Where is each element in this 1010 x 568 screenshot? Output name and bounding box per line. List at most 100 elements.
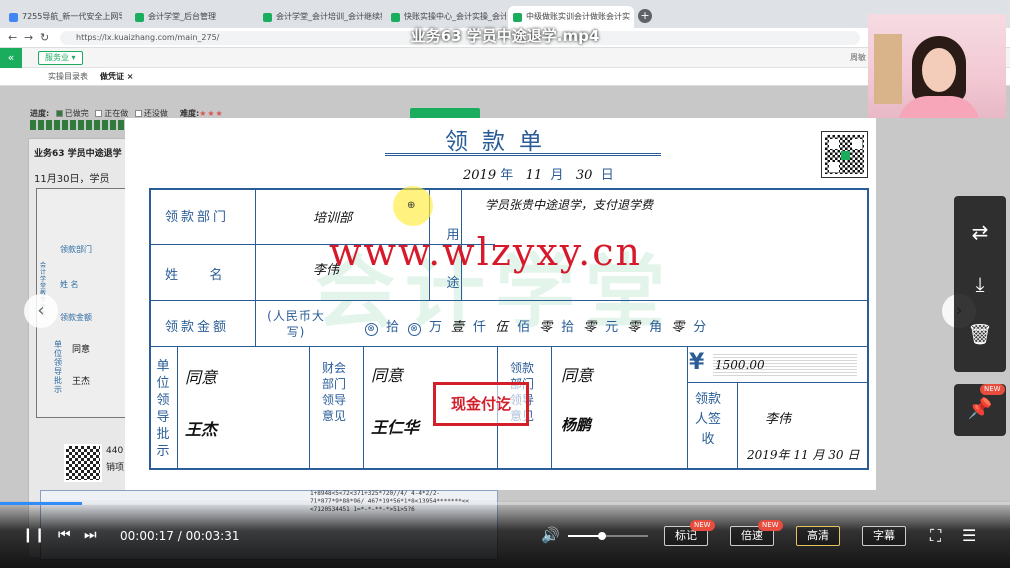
mini-agree: 同意	[72, 345, 91, 355]
download-icon[interactable]: ⤓	[954, 272, 1006, 296]
delete-icon[interactable]: 🗑	[954, 322, 1006, 346]
amount-void-mark: ⊗	[365, 323, 378, 336]
receiver-date: 2019年 11 月 30 日	[747, 448, 860, 462]
amount-digit: 零	[627, 320, 642, 335]
invoice-code: 440	[106, 446, 124, 456]
amount-label: 领款金额	[165, 320, 230, 335]
amount-digit: 零	[671, 320, 686, 335]
subtitle-button[interactable]: 字幕	[862, 526, 906, 546]
tab-label: 会计学堂_后台管理	[148, 12, 216, 21]
total-time: 00:03:31	[185, 529, 240, 543]
favicon-icon	[513, 13, 522, 22]
quality-button[interactable]: 高清	[796, 526, 840, 546]
cursor-highlight: ⊕	[393, 186, 433, 226]
todo-swatch	[134, 110, 142, 117]
amount-void-mark: ⊗	[408, 323, 422, 336]
current-time: 00:00:17	[120, 529, 174, 543]
finance-leader-label: 财会部门领导意见	[321, 361, 346, 423]
favicon-icon	[391, 13, 400, 22]
seek-bar[interactable]	[0, 502, 1010, 505]
side-toolbar: ⇄ ⤓ 🗑	[954, 196, 1006, 372]
tab-label: 中级做账实训会计做账会计实	[526, 12, 630, 21]
dept-leader-opinion: 同意	[561, 366, 594, 385]
mini-approval-label: 单位领导批示	[54, 340, 62, 394]
grid-line	[309, 346, 310, 470]
industry-select[interactable]: 服务业 ▾	[38, 51, 83, 65]
amount-in-words: ⊗ 拾 ⊗ 万壹仟伍佰零拾零元零角零分	[365, 316, 715, 336]
progress-grid[interactable]	[30, 120, 130, 130]
done-swatch	[55, 110, 63, 117]
task-description: 11月30日，学员	[34, 174, 110, 185]
unit-leader-name: 王杰	[185, 420, 218, 439]
new-badge: NEW	[758, 520, 783, 531]
doing-swatch	[95, 110, 103, 117]
difficulty-label: 难度:	[180, 109, 200, 118]
amount-unit: 拾	[386, 320, 401, 335]
amount-digit: 零	[539, 320, 554, 335]
share-icon[interactable]: ⇄	[954, 220, 1006, 244]
grid-line	[255, 190, 256, 346]
grid-line	[151, 346, 867, 347]
date-month: 11	[525, 168, 543, 183]
volume-icon[interactable]: 🔊	[541, 526, 560, 544]
amount-digit: 零	[583, 320, 598, 335]
volume-fill	[568, 535, 602, 537]
voucher-date: 2019 年 11 月 30 日	[463, 164, 614, 183]
day-label: 日	[600, 168, 614, 183]
amount-figure: 1500.00	[715, 358, 765, 372]
date-day: 30	[575, 168, 593, 183]
industry-label: 服务业	[45, 53, 69, 62]
yen-symbol: ¥	[689, 350, 705, 375]
favicon-icon	[263, 13, 272, 22]
amount-unit: 元	[605, 320, 620, 335]
previous-icon[interactable]: ⏮	[58, 527, 71, 543]
amount-unit: 拾	[561, 320, 576, 335]
amount-unit: 分	[693, 320, 708, 335]
legend-doing: 正在做	[104, 109, 129, 118]
tab-label: 快账实操中心_会计实操_会计	[404, 12, 506, 21]
volume-slider[interactable]	[568, 532, 648, 540]
playlist-icon[interactable]: ☰	[962, 526, 976, 545]
favicon-icon	[9, 13, 18, 22]
url-watermark: www.wlzyxy.cn	[329, 230, 643, 274]
voucher-title: 领款单	[445, 129, 556, 155]
dept-label: 领款部门	[165, 210, 230, 225]
tab-catalog[interactable]: 实操目录表	[48, 71, 88, 82]
grid-line	[551, 346, 552, 470]
progress-label: 进度:	[30, 109, 50, 118]
qr-code-icon	[821, 131, 868, 178]
title-underline	[385, 153, 661, 156]
collapse-menu-icon[interactable]: «	[0, 48, 22, 68]
legend-done: 已做完	[64, 109, 89, 118]
pause-icon[interactable]: ❙❙	[22, 527, 45, 543]
video-player: 7255导航_新一代安全上网导航 会计学堂_后台管理 会计学堂_会计培训_会计继…	[0, 0, 1010, 568]
new-tab-button[interactable]: +	[638, 9, 652, 23]
amount-unit: 仟	[473, 320, 488, 335]
grid-line	[687, 346, 688, 470]
volume-knob[interactable]	[597, 532, 606, 540]
task-title: 业务63 学员中途退学	[34, 149, 122, 159]
mini-amount-label: 领款金额	[60, 313, 92, 322]
prev-arrow-icon[interactable]: ‹	[24, 294, 58, 328]
pin-icon[interactable]: 📌	[954, 396, 1006, 420]
presenter-face	[922, 48, 956, 92]
next-icon[interactable]: ⏭	[84, 527, 97, 543]
tab-label: 做凭证	[100, 72, 124, 81]
tab-make-voucher[interactable]: 做凭证 ×	[100, 71, 134, 82]
legend-todo: 还没做	[143, 109, 168, 118]
fullscreen-icon[interactable]: ⛶	[930, 526, 941, 546]
receiver-label: 领款人签收	[694, 392, 721, 447]
new-badge: NEW	[690, 520, 715, 531]
unit-leader-label: 单位领导批示	[156, 359, 170, 459]
date-year: 2019	[463, 168, 497, 183]
amount-unit: 佰	[517, 320, 532, 335]
grid-line	[363, 346, 364, 470]
year-label: 年	[500, 168, 514, 183]
background-shelf	[874, 34, 902, 104]
unit-leader-opinion: 同意	[185, 368, 218, 387]
app-header: « 服务业 ▾ 周敏	[0, 48, 1010, 68]
grid-line	[687, 382, 867, 383]
qr-logo	[841, 151, 850, 160]
magnifier-icon: ⊕	[407, 200, 416, 211]
tab-label: 会计学堂_会计培训_会计继续教	[276, 12, 382, 21]
